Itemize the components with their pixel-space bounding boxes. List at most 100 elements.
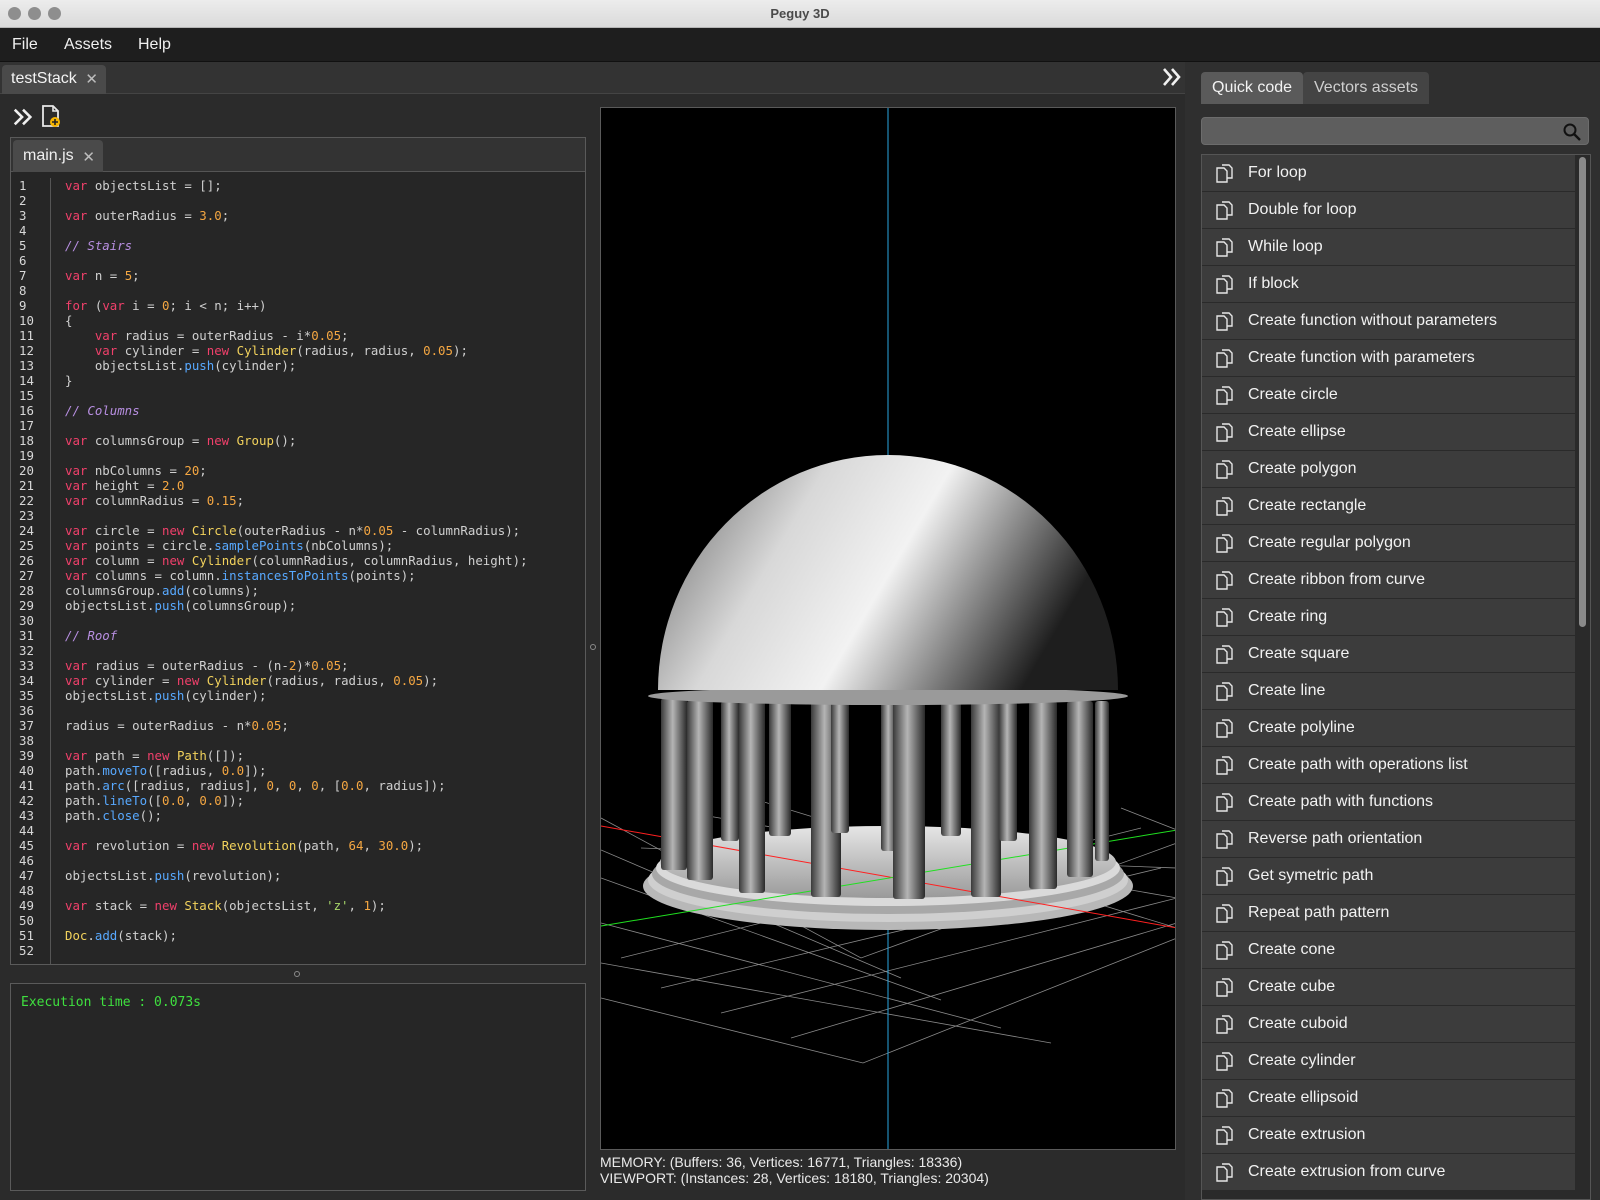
code-token: (points);	[348, 568, 416, 583]
snippet-item[interactable]: Create cone	[1202, 932, 1575, 969]
scrollbar-thumb[interactable]	[1579, 157, 1586, 627]
stack-tab-label: testStack	[11, 70, 77, 87]
code-token: var	[65, 478, 88, 493]
line-number: 40	[19, 763, 34, 778]
snippet-item[interactable]: Create ellipsoid	[1202, 1080, 1575, 1117]
code-line: var cylinder = new Cylinder(radius, radi…	[65, 673, 438, 688]
snippet-item[interactable]: Create cylinder	[1202, 1043, 1575, 1080]
file-tab-main-js[interactable]: main.js ✕	[13, 140, 103, 172]
code-token: 0.05	[251, 718, 282, 733]
new-file-icon[interactable]	[40, 104, 62, 128]
line-number: 9	[19, 298, 27, 313]
snippet-item[interactable]: Create rectangle	[1202, 488, 1575, 525]
tab-quick-code[interactable]: Quick code	[1201, 72, 1304, 104]
snippet-item[interactable]: Reverse path orientation	[1202, 821, 1575, 858]
code-line: path.lineTo([0.0, 0.0]);	[65, 793, 244, 808]
snippet-list-scrollbar[interactable]	[1577, 157, 1587, 1197]
snippet-item[interactable]: Create polygon	[1202, 451, 1575, 488]
code-line: var height = 2.0	[65, 478, 184, 493]
code-area[interactable]: 1 2 3 4 5 6 7 8 9 10 11 12 13 14 15 16 17 18 19 20 21 22 23 24 2…	[11, 178, 585, 964]
line-number: 2	[19, 193, 27, 208]
copy-snippet-icon	[1216, 312, 1233, 331]
code-token: (nbColumns);	[303, 538, 394, 553]
menu-assets[interactable]: Assets	[64, 36, 112, 54]
horizontal-splitter-handle[interactable]	[294, 971, 300, 977]
close-icon[interactable]: ✕	[85, 70, 98, 88]
snippet-item[interactable]: Create extrusion from curve	[1202, 1154, 1575, 1191]
snippet-item[interactable]: Create cuboid	[1202, 1006, 1575, 1043]
search-icon[interactable]	[1562, 122, 1582, 142]
code-token: Stack	[184, 898, 222, 913]
snippet-item-label: Create ellipse	[1248, 423, 1346, 440]
snippet-item[interactable]: Create cube	[1202, 969, 1575, 1006]
code-token: 0	[311, 778, 319, 793]
snippet-item[interactable]: Double for loop	[1202, 192, 1575, 229]
snippet-item[interactable]: While loop	[1202, 229, 1575, 266]
code-token: , [	[318, 778, 342, 793]
snippet-item[interactable]: Create function without parameters	[1202, 303, 1575, 340]
code-token: 0.0	[221, 763, 245, 778]
line-number: 26	[19, 553, 34, 568]
snippet-item[interactable]: Create regular polygon	[1202, 525, 1575, 562]
line-number: 24	[19, 523, 34, 538]
snippet-item[interactable]: Create line	[1202, 673, 1575, 710]
line-number: 42	[19, 793, 34, 808]
code-line: columnsGroup.add(columns);	[65, 583, 259, 598]
snippet-search-input[interactable]	[1201, 117, 1589, 145]
vertical-splitter-handle[interactable]	[590, 644, 596, 650]
snippet-item[interactable]: Create circle	[1202, 377, 1575, 414]
viewport-stats: MEMORY: (Buffers: 36, Vertices: 16771, T…	[600, 1154, 989, 1186]
code-token: // Roof	[65, 628, 118, 643]
snippet-item[interactable]: For loop	[1202, 155, 1575, 192]
snippet-item[interactable]: Get symetric path	[1202, 858, 1575, 895]
code-line: path.close();	[65, 808, 162, 823]
code-token: columnsGroup =	[87, 433, 207, 448]
copy-snippet-icon	[1216, 1015, 1233, 1034]
code-token: var	[65, 673, 88, 688]
code-line: var radius = outerRadius - i*0.05;	[65, 328, 349, 343]
line-number: 46	[19, 853, 34, 868]
snippet-item[interactable]: If block	[1202, 266, 1575, 303]
snippet-item[interactable]: Create path with operations list	[1202, 747, 1575, 784]
snippet-item[interactable]: Create ring	[1202, 599, 1575, 636]
code-token: {	[65, 313, 73, 328]
line-number: 13	[19, 358, 34, 373]
code-token: revolution =	[87, 838, 192, 853]
snippet-item-label: Reverse path orientation	[1248, 830, 1423, 847]
code-token: Cylinder	[236, 343, 297, 358]
3d-viewport[interactable]	[600, 107, 1176, 1150]
snippet-item[interactable]: Create path with functions	[1202, 784, 1575, 821]
double-chevron-right-icon[interactable]	[1160, 66, 1184, 88]
code-token: path =	[87, 748, 148, 763]
snippet-item[interactable]: Create ellipse	[1202, 414, 1575, 451]
stack-tab-teststack[interactable]: testStack ✕	[2, 65, 106, 94]
code-token: 1	[363, 898, 371, 913]
menu-help[interactable]: Help	[138, 36, 171, 54]
snippet-item-label: Create ribbon from curve	[1248, 571, 1425, 588]
snippet-item[interactable]: Create ribbon from curve	[1202, 562, 1575, 599]
code-line: var path = new Path([]);	[65, 748, 244, 763]
copy-snippet-icon	[1216, 904, 1233, 923]
line-number: 27	[19, 568, 34, 583]
snippet-item[interactable]: Repeat path pattern	[1202, 895, 1575, 932]
close-icon[interactable]: ✕	[82, 148, 95, 166]
snippet-item[interactable]: Create polyline	[1202, 710, 1575, 747]
line-number: 22	[19, 493, 34, 508]
snippet-item[interactable]: Create function with parameters	[1202, 340, 1575, 377]
code-token: columnsGroup.	[65, 583, 162, 598]
snippet-item-label: Create function with parameters	[1248, 349, 1475, 366]
snippet-item[interactable]: Create extrusion	[1202, 1117, 1575, 1154]
snippet-item-label: Create ring	[1248, 608, 1328, 625]
code-line: objectsList.push(cylinder);	[65, 688, 266, 703]
menu-file[interactable]: File	[12, 36, 38, 54]
code-token: ();	[139, 808, 163, 823]
tab-vectors-assets[interactable]: Vectors assets	[1303, 72, 1430, 104]
snippet-item[interactable]: Create square	[1202, 636, 1575, 673]
assets-panel: Quick code Vectors assets For loop Double…	[1185, 62, 1600, 1200]
code-token: add	[94, 928, 118, 943]
double-chevron-right-icon[interactable]	[12, 106, 34, 128]
line-number: 30	[19, 613, 34, 628]
code-token: radius = outerRadius - n*	[65, 718, 252, 733]
